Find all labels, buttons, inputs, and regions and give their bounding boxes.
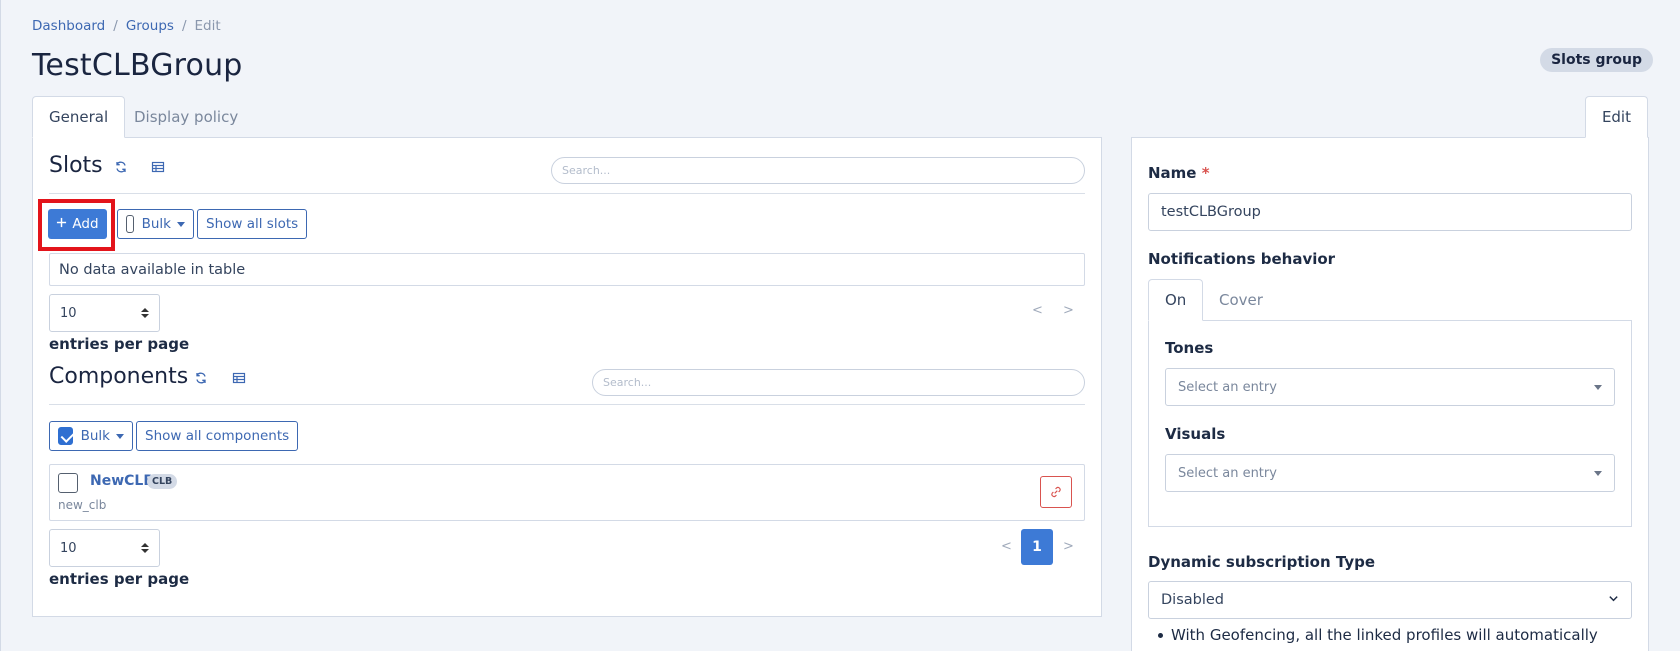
breadcrumb-separator: / xyxy=(181,18,187,34)
slots-per-page-select[interactable]: 10 xyxy=(49,294,160,332)
name-label: Name * xyxy=(1148,164,1210,182)
row-checkbox[interactable] xyxy=(58,473,78,493)
plus-icon xyxy=(56,216,67,232)
dynamic-subscription-select[interactable]: Disabled xyxy=(1148,581,1632,619)
add-slot-label: Add xyxy=(72,216,99,232)
breadcrumb: Dashboard / Groups / Edit xyxy=(32,18,221,34)
unlink-button[interactable] xyxy=(1040,476,1072,508)
group-type-badge: Slots group xyxy=(1540,48,1653,72)
table-view-icon[interactable] xyxy=(232,371,246,385)
components-search-input[interactable]: Search... xyxy=(592,369,1085,396)
name-label-text: Name xyxy=(1148,164,1197,182)
sort-arrows-icon xyxy=(141,308,149,318)
chevron-down-icon xyxy=(1594,384,1602,390)
slots-next-page[interactable]: > xyxy=(1063,303,1074,318)
breadcrumb-separator: / xyxy=(113,18,118,34)
components-next-page[interactable]: > xyxy=(1063,539,1074,554)
show-all-components-button[interactable]: Show all components xyxy=(136,421,299,451)
unlink-icon xyxy=(1051,486,1061,498)
slots-prev-page[interactable]: < xyxy=(1032,303,1043,318)
slots-bulk-label: Bulk xyxy=(141,216,171,232)
required-mark: * xyxy=(1201,164,1210,182)
breadcrumb-dashboard[interactable]: Dashboard xyxy=(32,18,105,34)
dynamic-subscription-label: Dynamic subscription Type xyxy=(1148,553,1376,571)
add-slot-button[interactable]: Add xyxy=(48,209,107,239)
slots-entries-label: entries per page xyxy=(49,335,190,353)
tab-display-policy[interactable]: Display policy xyxy=(118,96,254,138)
page-title: TestCLBGroup xyxy=(32,48,243,83)
refresh-icon[interactable] xyxy=(114,160,128,174)
components-per-page-select[interactable]: 10 xyxy=(49,529,160,567)
chevron-down-icon xyxy=(1594,470,1602,476)
bullet-icon xyxy=(1158,632,1163,638)
geofencing-note-text: With Geofencing, all the linked profiles… xyxy=(1171,626,1598,644)
show-all-slots-button[interactable]: Show all slots xyxy=(197,209,308,239)
slots-bulk-checkbox[interactable] xyxy=(126,215,134,233)
dynamic-subscription-value: Disabled xyxy=(1161,592,1224,608)
notifications-label: Notifications behavior xyxy=(1148,250,1336,268)
components-prev-page[interactable]: < xyxy=(1001,539,1012,554)
slots-title: Slots xyxy=(49,153,103,178)
components-bulk-label: Bulk xyxy=(80,428,110,444)
component-name-link[interactable]: NewCLB xyxy=(90,473,154,489)
divider xyxy=(49,404,1085,405)
component-type-badge: CLB xyxy=(147,474,178,489)
refresh-icon[interactable] xyxy=(194,371,208,385)
geofencing-note: With Geofencing, all the linked profiles… xyxy=(1158,626,1598,644)
slots-empty-row: No data available in table xyxy=(49,253,1085,286)
table-view-icon[interactable] xyxy=(151,160,165,174)
slots-per-page-value: 10 xyxy=(60,305,77,321)
visuals-label: Visuals xyxy=(1165,425,1226,443)
tones-placeholder: Select an entry xyxy=(1178,379,1277,395)
visuals-placeholder: Select an entry xyxy=(1178,465,1277,481)
breadcrumb-groups[interactable]: Groups xyxy=(126,18,174,34)
divider xyxy=(49,193,1085,194)
chevron-down-icon xyxy=(177,221,185,227)
visuals-select[interactable]: Select an entry xyxy=(1165,454,1615,492)
breadcrumb-current: Edit xyxy=(194,18,221,34)
components-bulk-checkbox[interactable] xyxy=(58,427,73,445)
tab-edit[interactable]: Edit xyxy=(1584,96,1648,138)
components-per-page-value: 10 xyxy=(60,540,77,556)
chevron-down-icon xyxy=(116,433,124,439)
subtab-on[interactable]: On xyxy=(1148,279,1204,321)
components-entries-label: entries per page xyxy=(49,570,190,588)
slots-bulk-dropdown[interactable]: Bulk xyxy=(117,209,194,239)
chevron-down-icon xyxy=(1608,592,1619,608)
name-input[interactable]: testCLBGroup xyxy=(1148,193,1632,231)
tab-general[interactable]: General xyxy=(32,96,126,138)
components-bulk-dropdown[interactable]: Bulk xyxy=(49,421,133,451)
table-row[interactable]: NewCLB CLB new_clb xyxy=(49,464,1085,521)
notifications-subpanel xyxy=(1148,320,1632,527)
components-title: Components xyxy=(49,364,189,389)
tones-select[interactable]: Select an entry xyxy=(1165,368,1615,406)
sort-arrows-icon xyxy=(141,543,149,553)
slots-search-input[interactable]: Search... xyxy=(551,157,1085,184)
components-page-1[interactable]: 1 xyxy=(1021,529,1053,565)
tones-label: Tones xyxy=(1165,339,1214,357)
subtab-cover[interactable]: Cover xyxy=(1203,279,1279,321)
component-slug: new_clb xyxy=(58,498,107,512)
